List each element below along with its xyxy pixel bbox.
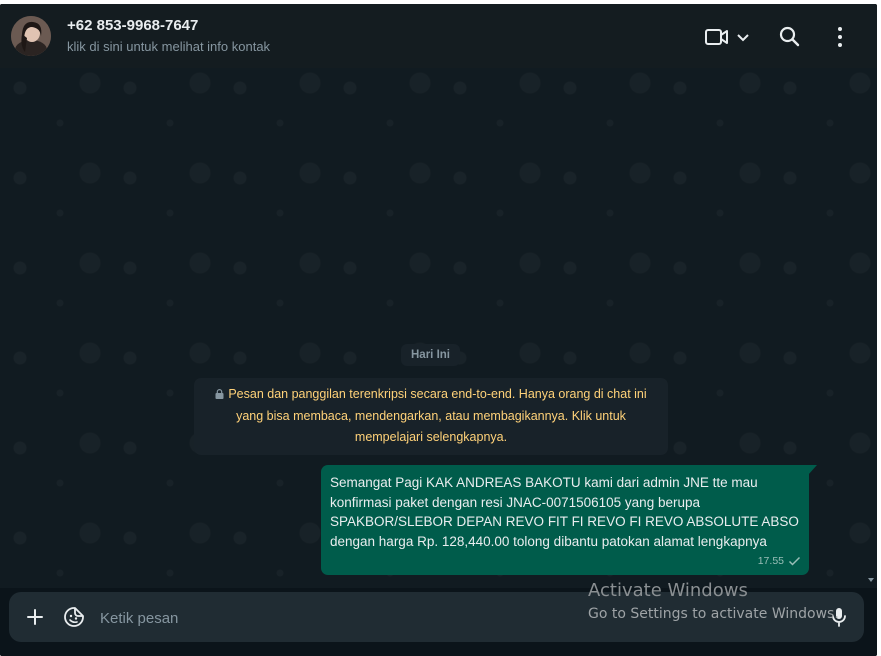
scroll-down-arrow-icon[interactable]	[868, 576, 874, 582]
message-time: 17.55	[757, 554, 784, 567]
message-input[interactable]	[98, 602, 582, 634]
sticker-button[interactable]	[62, 605, 86, 629]
video-call-button[interactable]	[704, 24, 754, 50]
sticker-icon	[64, 607, 84, 627]
bubble-tail	[808, 465, 817, 475]
menu-button[interactable]	[827, 24, 853, 50]
contact-avatar[interactable]	[11, 16, 51, 56]
kebab-menu-icon	[838, 27, 842, 47]
chat-header[interactable]: +62 853-9968-7647 klik di sini untuk mel…	[0, 4, 877, 68]
message-text: Semangat Pagi KAK ANDREAS BAKOTU kami da…	[330, 475, 799, 549]
plus-icon	[27, 609, 43, 625]
chat-window: +62 853-9968-7647 klik di sini untuk mel…	[0, 4, 877, 656]
lock-icon	[215, 389, 224, 399]
outgoing-message[interactable]: Semangat Pagi KAK ANDREAS BAKOTU kami da…	[321, 465, 809, 575]
windows-activation-watermark: Activate Windows Go to Settings to activ…	[588, 580, 839, 624]
video-call-icon	[705, 29, 728, 45]
encryption-notice-text: Pesan dan panggilan terenkripsi secara e…	[228, 387, 647, 444]
date-divider: Hari Ini	[401, 344, 460, 366]
single-check-icon	[788, 557, 801, 566]
contact-info-hint[interactable]: klik di sini untuk melihat info kontak	[67, 39, 270, 54]
search-button[interactable]	[777, 24, 803, 50]
message-meta: 17.55	[758, 552, 801, 572]
chevron-down-icon	[737, 34, 749, 42]
contact-name[interactable]: +62 853-9968-7647	[67, 17, 198, 34]
watermark-title: Activate Windows	[588, 580, 748, 601]
search-icon	[779, 26, 800, 47]
avatar-photo	[11, 16, 51, 56]
watermark-subtitle: Go to Settings to activate Windows.	[588, 606, 839, 622]
message-list[interactable]: Hari Ini Pesan dan panggilan terenkripsi…	[0, 68, 877, 588]
attach-button[interactable]	[23, 605, 47, 629]
encryption-notice[interactable]: Pesan dan panggilan terenkripsi secara e…	[194, 378, 668, 455]
